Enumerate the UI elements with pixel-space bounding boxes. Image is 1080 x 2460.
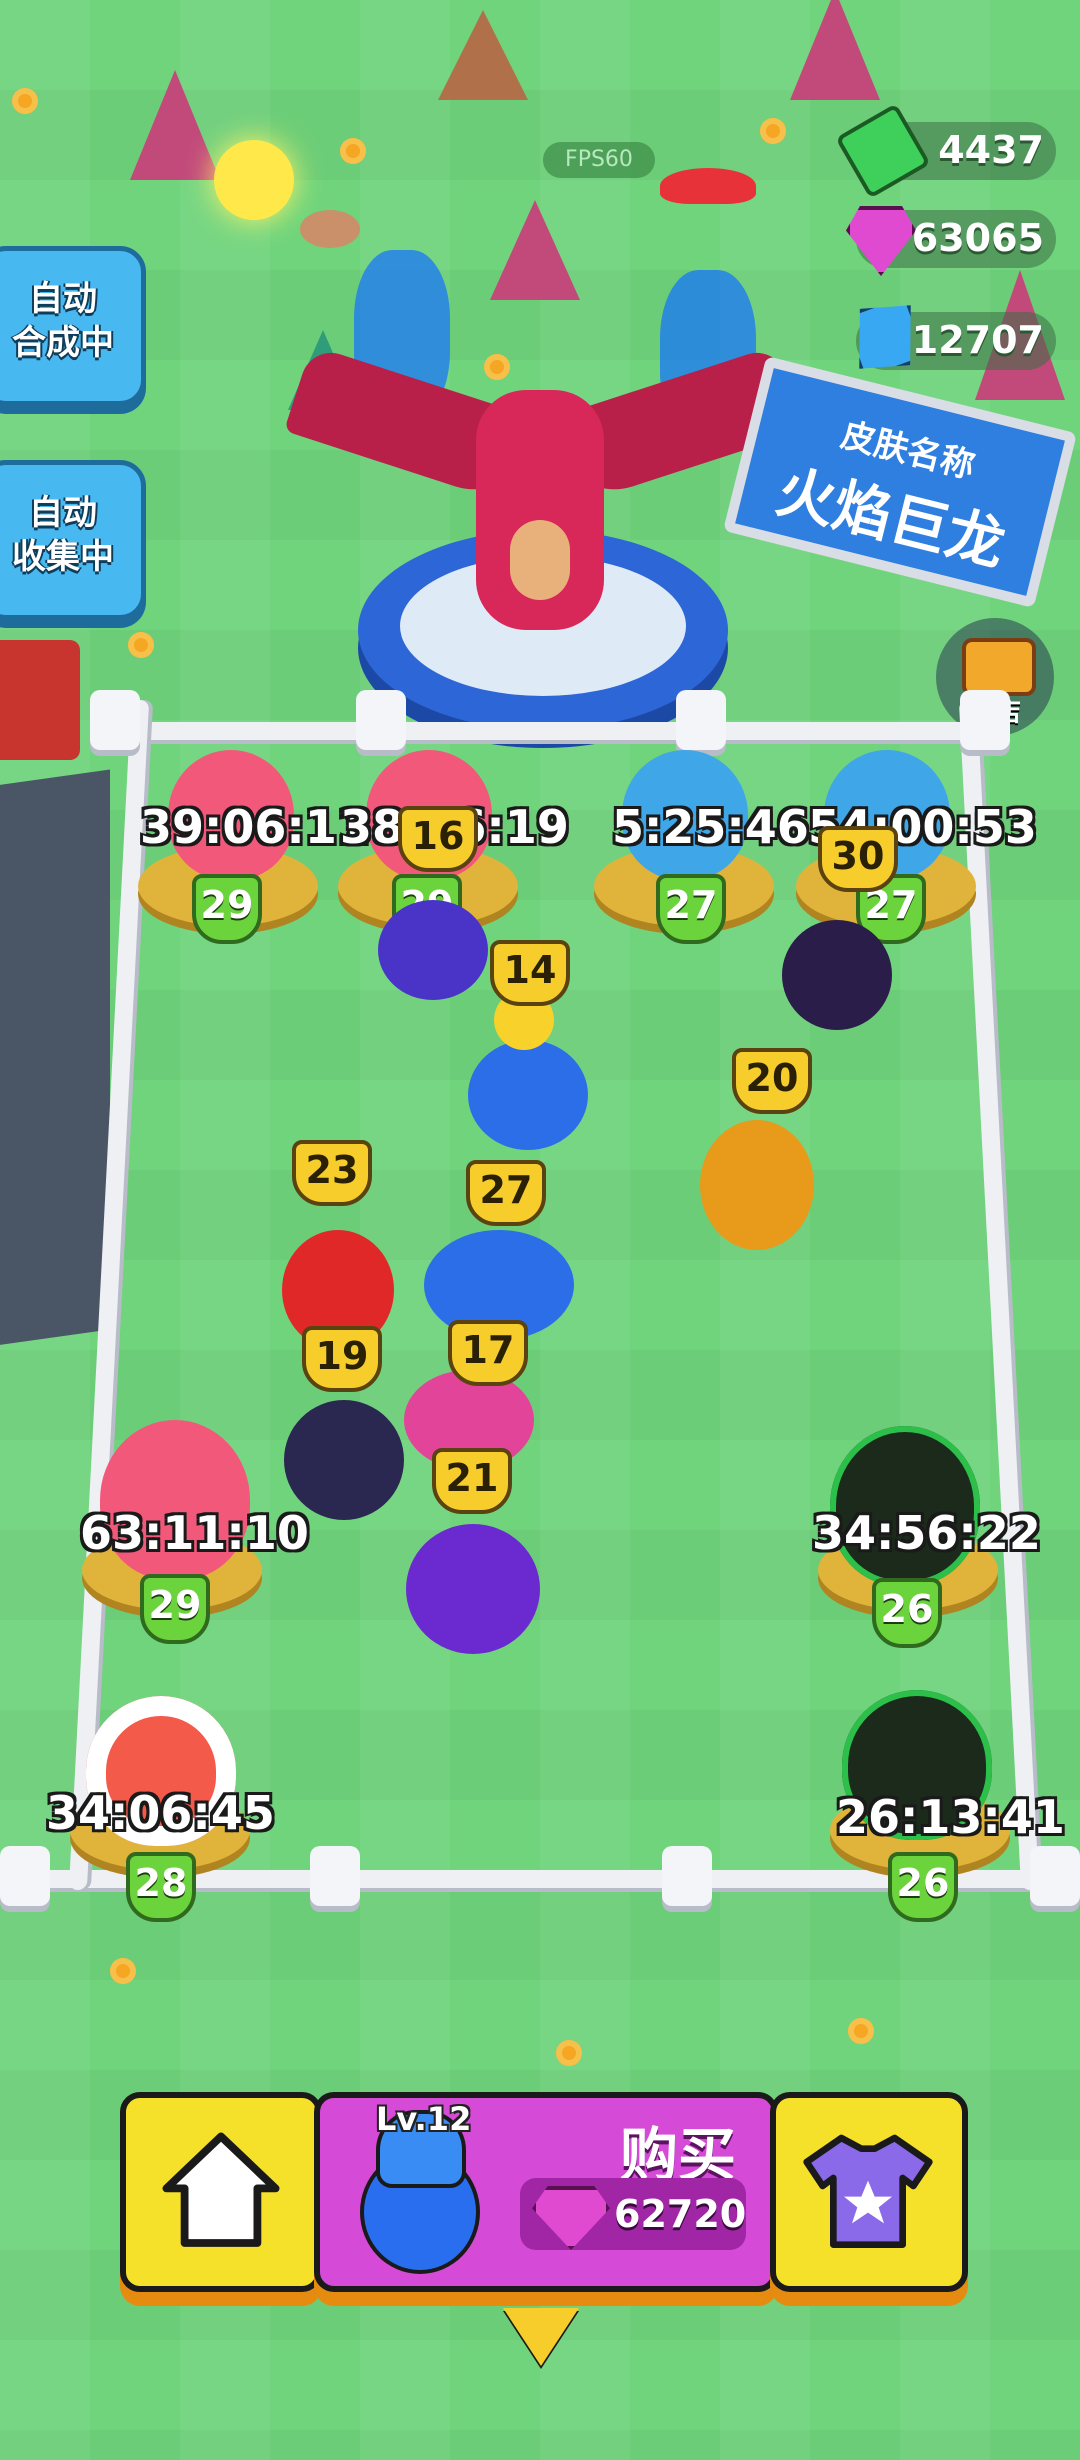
fence-post xyxy=(0,1846,50,1906)
pet-level: Lv.12 xyxy=(376,2100,472,2138)
fence-post xyxy=(310,1846,360,1906)
flower-decoration xyxy=(110,1958,136,1984)
auto-merge-button[interactable]: 自动 合成中 xyxy=(0,246,146,406)
egg-level-badge: 28 xyxy=(126,1852,196,1922)
egg-level-badge: 26 xyxy=(872,1578,942,1648)
barn-roof xyxy=(0,769,110,1351)
buy-price: 62720 xyxy=(614,2192,747,2236)
fence-post xyxy=(90,690,140,750)
chevron-down-icon[interactable] xyxy=(503,2308,579,2366)
mushroom-cap xyxy=(300,210,360,248)
flower-decoration xyxy=(848,2018,874,2044)
pet-level-badge: 21 xyxy=(432,1448,512,1514)
flower-decoration xyxy=(340,138,366,164)
pink-tree xyxy=(130,70,220,180)
auto-collect-button[interactable]: 自动 收集中 xyxy=(0,460,146,620)
brown-tree xyxy=(438,10,528,100)
shirt-icon xyxy=(803,2134,933,2248)
phoenix-pet[interactable] xyxy=(700,1120,814,1250)
fps-counter: FPS60 xyxy=(543,142,655,178)
flower-decoration xyxy=(484,354,510,380)
egg-level-badge: 29 xyxy=(140,1574,210,1644)
egg-timer: 34:56:22 xyxy=(812,1506,1041,1560)
cash-value: 4437 xyxy=(938,128,1044,172)
fence-post xyxy=(356,690,406,750)
duck-pet[interactable] xyxy=(468,1040,588,1150)
treasure-chest-icon xyxy=(962,638,1036,696)
flower-decoration xyxy=(128,632,154,658)
egg-level-badge: 27 xyxy=(656,874,726,944)
pet-level-badge: 27 xyxy=(466,1160,546,1226)
egg-level-badge: 29 xyxy=(192,874,262,944)
egg-timer: 34:06:45 xyxy=(46,1786,275,1840)
blue-crystal-value: 12707 xyxy=(911,318,1044,362)
fence-post xyxy=(676,690,726,750)
egg-timer: 5:25:46 xyxy=(612,800,809,854)
jester-pet[interactable] xyxy=(378,900,488,1000)
fence-post xyxy=(1030,1846,1080,1906)
star-pet[interactable] xyxy=(284,1400,404,1520)
pink-gem-value: 63065 xyxy=(911,216,1044,260)
pet-level-badge: 19 xyxy=(302,1326,382,1392)
flower-decoration xyxy=(556,2040,582,2066)
barn-silo xyxy=(0,640,80,760)
home-icon xyxy=(162,2132,280,2247)
pet-level-badge: 16 xyxy=(398,806,478,872)
flower-decoration xyxy=(12,88,38,114)
egg-timer: 26:13:41 xyxy=(836,1790,1065,1844)
pink-tree xyxy=(490,200,580,300)
auto-merge-label: 自动 合成中 xyxy=(12,279,114,363)
pet-level-badge: 17 xyxy=(448,1320,528,1386)
pet-level-badge: 20 xyxy=(732,1048,812,1114)
egg-timer: 63:11:10 xyxy=(80,1506,309,1560)
pink-tree xyxy=(790,0,880,100)
pet-level-badge: 30 xyxy=(818,826,898,892)
fence-post xyxy=(662,1846,712,1906)
skin-button[interactable] xyxy=(770,2092,968,2292)
auto-collect-label: 自动 收集中 xyxy=(12,493,114,577)
pet-level-badge: 23 xyxy=(292,1140,372,1206)
rocket-pet[interactable] xyxy=(782,920,892,1030)
pet-level-badge: 14 xyxy=(490,940,570,1006)
flower-decoration xyxy=(760,118,786,144)
fence-top xyxy=(100,722,980,740)
home-button[interactable] xyxy=(120,2092,322,2292)
dragon-belly xyxy=(510,520,570,600)
glowing-orb xyxy=(214,140,294,220)
fence-post xyxy=(960,690,1010,750)
mushroom-cap xyxy=(660,168,756,204)
crow-pet[interactable] xyxy=(406,1524,540,1654)
egg-timer: 39:06:11 xyxy=(140,800,369,854)
egg-level-badge: 26 xyxy=(888,1852,958,1922)
